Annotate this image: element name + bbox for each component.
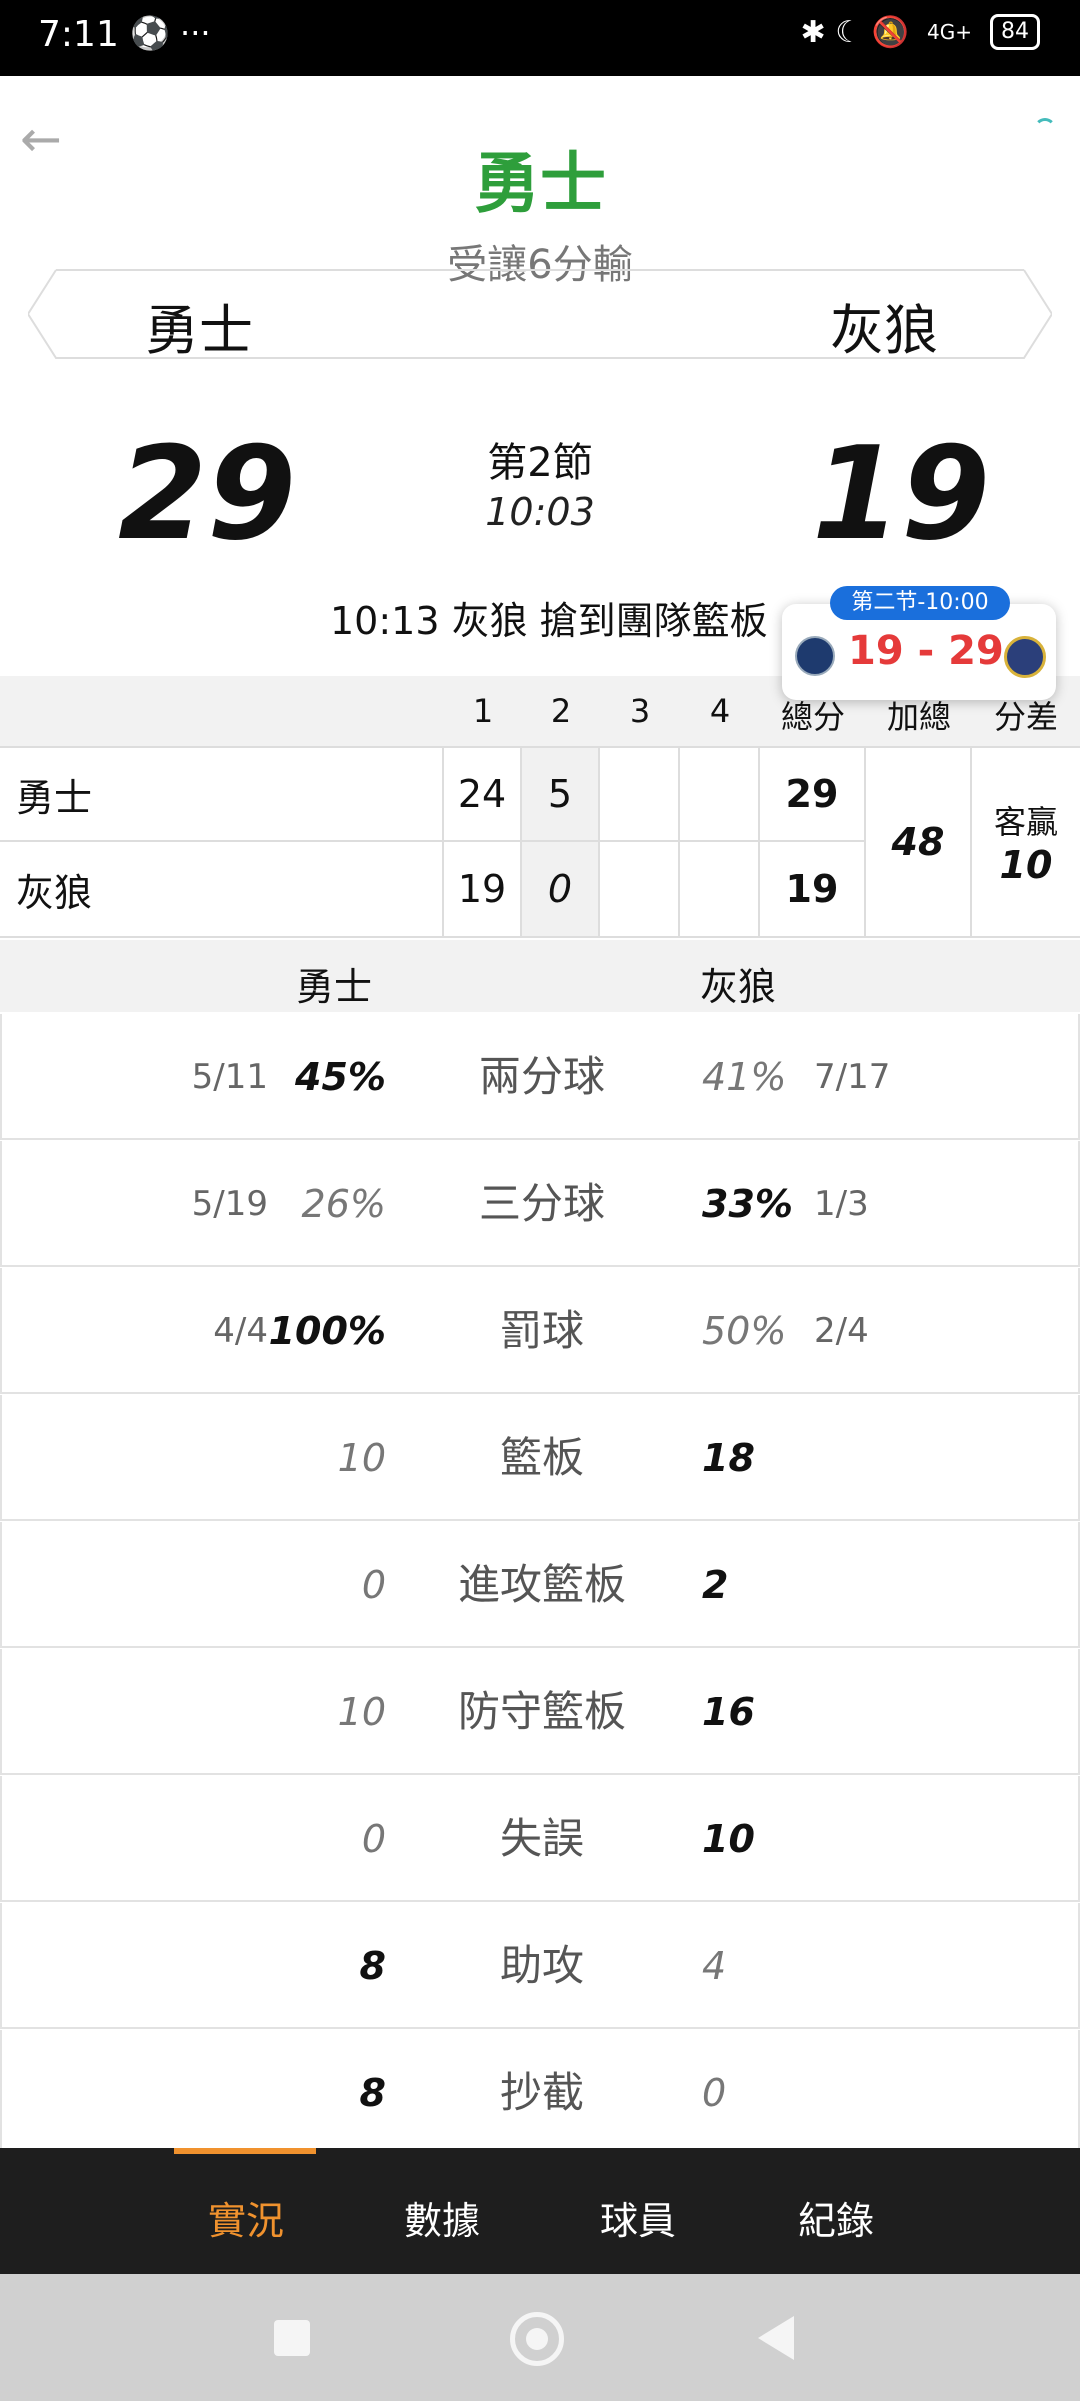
stat-away-value: 41% bbox=[702, 1055, 787, 1099]
stat-label: 罰球 bbox=[499, 1306, 584, 1355]
stat-row: 10 防守籃板 16 bbox=[0, 1649, 1080, 1775]
recent-apps-icon[interactable] bbox=[274, 2320, 310, 2356]
stat-away-fraction: 1/3 bbox=[814, 1184, 869, 1224]
away-team-name[interactable]: 灰狼 bbox=[830, 286, 938, 365]
row-q4 bbox=[680, 842, 760, 938]
stats-header bbox=[0, 940, 1080, 1012]
stat-label: 失誤 bbox=[499, 1814, 584, 1863]
timberwolves-logo-icon bbox=[795, 636, 835, 676]
diff-value: 10 bbox=[999, 843, 1053, 887]
stat-label: 抄截 bbox=[499, 2068, 584, 2117]
stat-away-value: 33% bbox=[702, 1182, 793, 1226]
home-icon[interactable] bbox=[510, 2312, 564, 2366]
home-team-name[interactable]: 勇士 bbox=[145, 286, 253, 365]
header-q1: 1 bbox=[472, 692, 494, 730]
header-q3: 3 bbox=[629, 692, 651, 730]
stat-away-value: 50% bbox=[702, 1309, 787, 1353]
row-q4 bbox=[680, 748, 760, 842]
winner-title: 勇士 bbox=[474, 145, 606, 222]
diff-cell: 客贏 10 bbox=[972, 748, 1080, 938]
stat-away-value: 2 bbox=[702, 1563, 729, 1607]
stat-row: 8 抄截 0 bbox=[0, 2030, 1080, 2156]
tab-records[interactable]: 紀錄 bbox=[798, 2190, 874, 2245]
row-q1: 24 bbox=[444, 748, 522, 842]
stat-label: 兩分球 bbox=[478, 1052, 605, 1101]
warriors-logo-icon bbox=[1004, 636, 1046, 678]
game-clock: 10:03 bbox=[485, 490, 595, 534]
status-symbols-icon: ✱ ☾ 🔕 bbox=[800, 14, 910, 50]
last-play-event: 10:13 灰狼 搶到團隊籃板 bbox=[330, 599, 768, 643]
active-tab-indicator bbox=[174, 2148, 316, 2154]
popup-period-badge: 第二节-10:00 bbox=[830, 586, 1010, 620]
quarter-score-table: 勇士 24 5 29 灰狼 19 0 19 48 客贏 10 bbox=[0, 746, 1080, 942]
stats-away-team: 灰狼 bbox=[700, 965, 777, 1009]
stat-away-value: 18 bbox=[702, 1436, 755, 1480]
stat-label: 進攻籃板 bbox=[457, 1560, 626, 1609]
stat-row: 4/4 100% 罰球 50% 2/4 bbox=[0, 1268, 1080, 1394]
stat-row: 10 籃板 18 bbox=[0, 1395, 1080, 1521]
stat-row: 5/19 26% 三分球 33% 1/3 bbox=[0, 1141, 1080, 1267]
battery-level: 84 bbox=[1001, 19, 1029, 44]
header-q2: 2 bbox=[550, 692, 572, 730]
row-q3 bbox=[600, 842, 680, 938]
stats-home-team: 勇士 bbox=[296, 965, 373, 1009]
game-period: 第2節 bbox=[487, 440, 593, 486]
row-team-name: 灰狼 bbox=[0, 842, 444, 938]
popup-score: 19 - 29 bbox=[848, 628, 1004, 674]
stat-label: 籃板 bbox=[499, 1433, 584, 1482]
stat-away-fraction: 7/17 bbox=[814, 1057, 891, 1097]
stat-row: 0 進攻籃板 2 bbox=[0, 1522, 1080, 1648]
stat-row: 5/11 45% 兩分球 41% 7/17 bbox=[0, 1014, 1080, 1140]
network-label: 4G+ bbox=[927, 20, 972, 44]
stat-row: 8 助攻 4 bbox=[0, 1903, 1080, 2029]
tab-stats[interactable]: 數據 bbox=[404, 2190, 480, 2245]
bottom-tab-bar bbox=[0, 2148, 1080, 2274]
row-q3 bbox=[600, 748, 680, 842]
row-q2: 5 bbox=[522, 748, 600, 842]
stat-row: 0 失誤 10 bbox=[0, 1776, 1080, 1902]
basketball-notification-icon: ⚽ ··· bbox=[130, 14, 211, 52]
row-team-name: 勇士 bbox=[0, 748, 444, 842]
stat-away-value: 0 bbox=[702, 2071, 727, 2115]
row-q1: 19 bbox=[444, 842, 522, 938]
status-icons: ✱ ☾ 🔕 4G+ 84 bbox=[801, 14, 1040, 50]
stat-label: 防守籃板 bbox=[457, 1687, 626, 1736]
back-triangle-icon[interactable] bbox=[758, 2316, 794, 2360]
tab-players[interactable]: 球員 bbox=[600, 2190, 676, 2245]
diff-label: 客贏 bbox=[993, 803, 1058, 841]
stat-away-value: 4 bbox=[702, 1944, 727, 1988]
battery-icon: 84 bbox=[990, 14, 1040, 50]
row-total: 29 bbox=[760, 748, 866, 842]
sum-value: 48 bbox=[866, 748, 972, 938]
header-q4: 4 bbox=[709, 692, 731, 730]
stat-away-value: 10 bbox=[702, 1817, 755, 1861]
status-bar: 7:11 ⚽ ··· ✱ ☾ 🔕 4G+ 84 bbox=[0, 0, 1080, 76]
tab-live[interactable]: 實況 bbox=[208, 2190, 284, 2245]
stat-label: 助攻 bbox=[499, 1941, 584, 1990]
stat-label: 三分球 bbox=[478, 1179, 605, 1228]
stat-away-fraction: 2/4 bbox=[814, 1311, 869, 1351]
stat-away-value: 16 bbox=[702, 1690, 755, 1734]
row-q2: 0 bbox=[522, 842, 600, 938]
row-total: 19 bbox=[760, 842, 866, 938]
status-time: 7:11 bbox=[38, 14, 119, 55]
